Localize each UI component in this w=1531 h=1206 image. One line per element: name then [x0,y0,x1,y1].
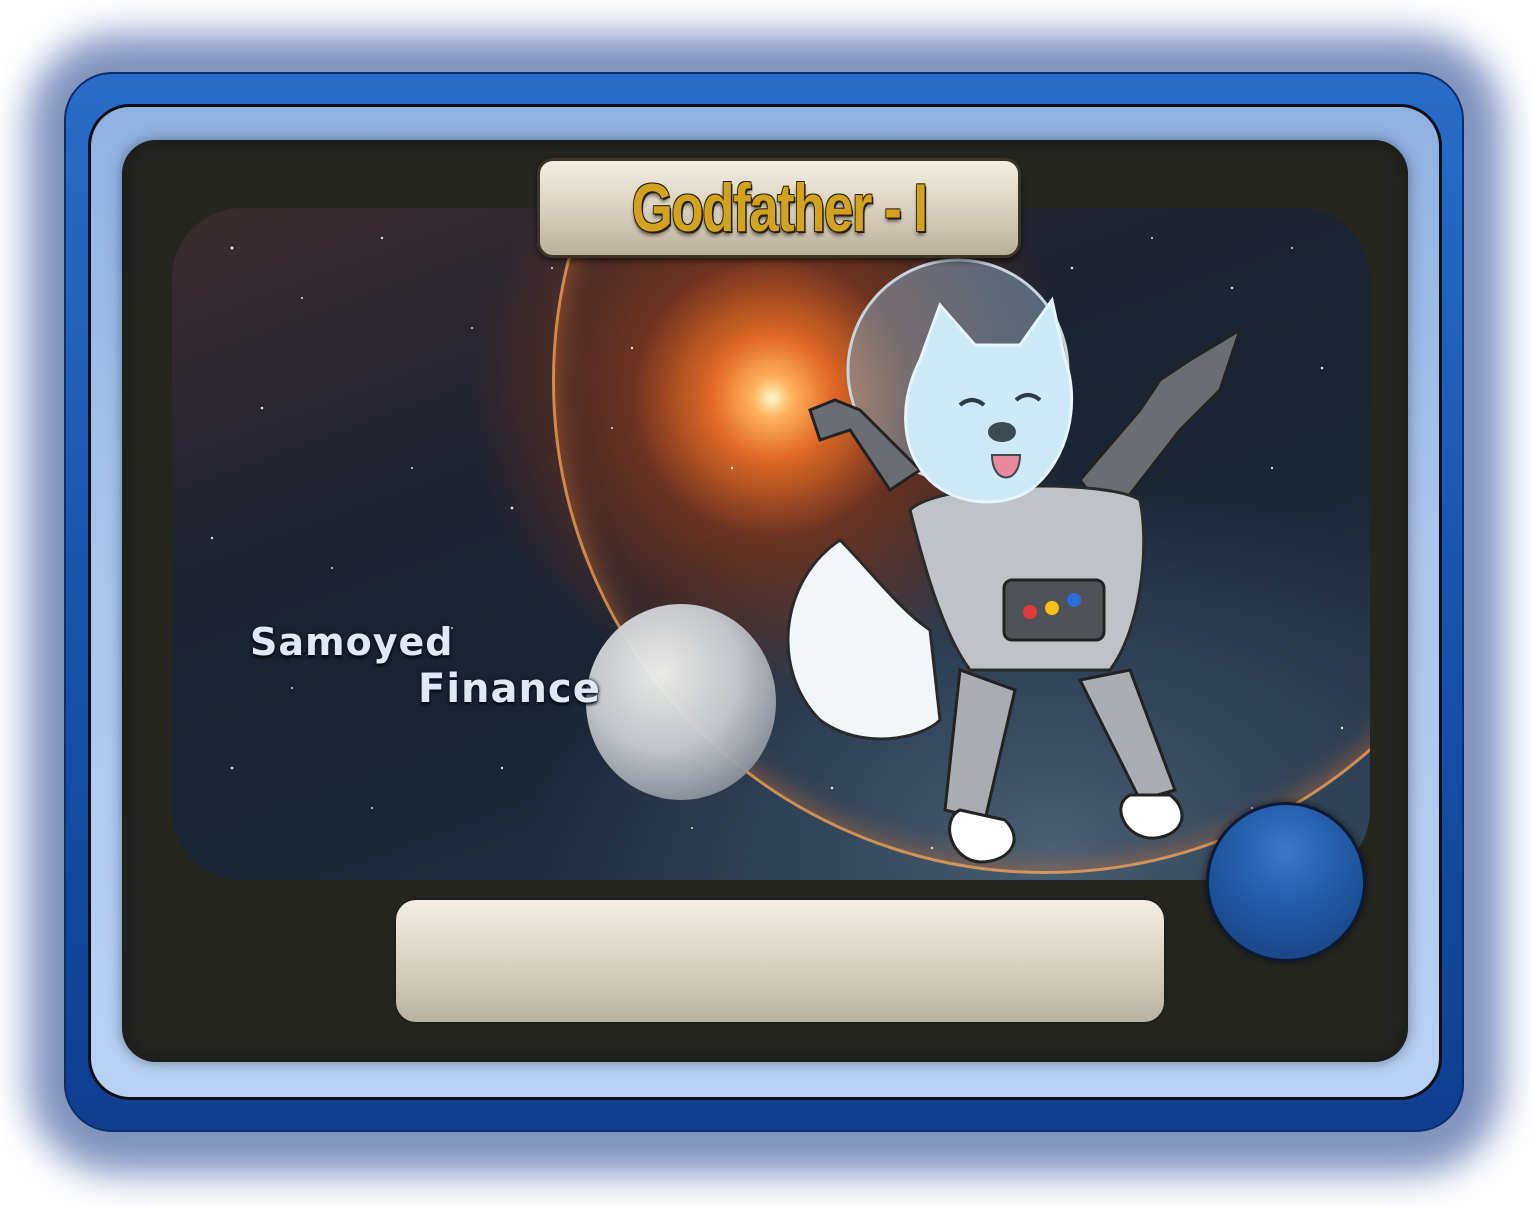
astronaut-samoyed-icon [786,258,1243,864]
brand-line-1: Samoyed [250,620,454,664]
card-title: Godfather - I [631,170,928,246]
title-plate: Godfather - I [537,158,1021,258]
brand-line-2: Finance [418,666,601,712]
name-bar [396,900,1164,1022]
blue-orb-icon [1206,802,1366,962]
moon [586,604,776,800]
